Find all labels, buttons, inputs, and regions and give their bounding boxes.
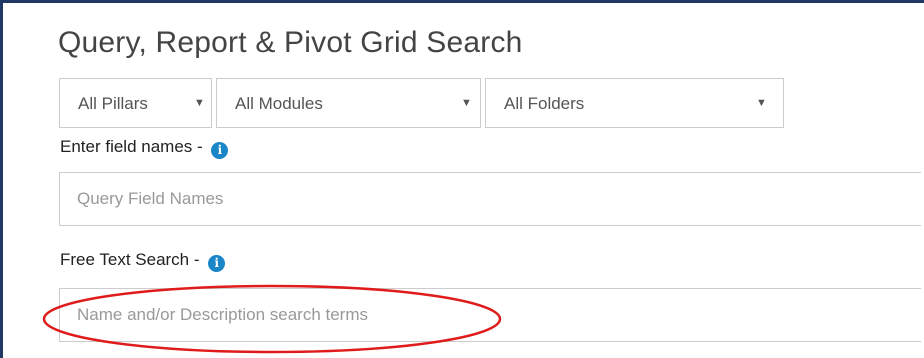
chevron-down-icon: ▼	[756, 97, 767, 109]
folders-select-value: All Folders	[504, 94, 585, 113]
field-names-input[interactable]	[59, 172, 921, 226]
pillars-select-value: All Pillars	[78, 94, 148, 113]
modules-select-value: All Modules	[235, 94, 323, 113]
info-icon[interactable]: i	[211, 142, 229, 159]
free-text-search-input[interactable]	[59, 288, 921, 342]
free-text-label-text: Free Text Search -	[60, 250, 205, 269]
field-names-label: Enter field names - i	[60, 137, 229, 159]
info-icon[interactable]: i	[208, 255, 226, 272]
chevron-down-icon: ▼	[194, 97, 205, 109]
folders-select[interactable]: All Folders ▼	[485, 78, 784, 128]
field-names-label-text: Enter field names -	[60, 137, 208, 156]
modules-select[interactable]: All Modules ▼	[216, 78, 481, 128]
free-text-label: Free Text Search - i	[60, 250, 226, 272]
page-title: Query, Report & Pivot Grid Search	[58, 26, 523, 59]
pillars-select[interactable]: All Pillars ▼	[59, 78, 212, 128]
chevron-down-icon: ▼	[461, 97, 472, 109]
